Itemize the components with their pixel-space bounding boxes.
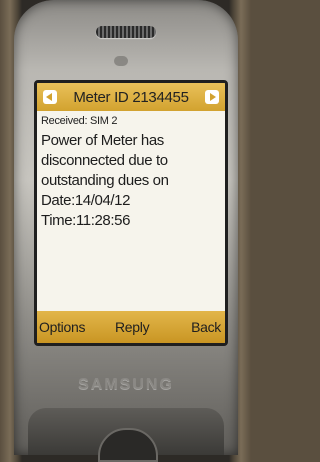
message-title: Meter ID 2134455	[73, 89, 189, 106]
reply-softkey[interactable]: Reply	[115, 319, 150, 335]
speaker-grille	[96, 26, 156, 38]
options-softkey[interactable]: Options	[39, 319, 85, 335]
keypad-area	[28, 408, 224, 462]
navigation-key[interactable]	[98, 428, 158, 462]
back-softkey[interactable]: Back	[191, 319, 221, 335]
received-label: Received: SIM 2	[41, 115, 118, 127]
message-title-bar: Meter ID 2134455	[37, 83, 225, 111]
brand-logo: SAMSUNG	[78, 376, 174, 393]
phone-screen: Meter ID 2134455 Received: SIM 2 Power o…	[34, 80, 228, 346]
phone-body: Meter ID 2134455 Received: SIM 2 Power o…	[14, 0, 238, 462]
left-arrow-icon[interactable]	[43, 90, 57, 104]
message-body: Power of Meter has disconnected due to o…	[41, 132, 169, 229]
front-camera	[114, 56, 128, 66]
softkey-bar: Options Reply Back	[37, 311, 225, 343]
right-arrow-icon[interactable]	[205, 90, 219, 104]
